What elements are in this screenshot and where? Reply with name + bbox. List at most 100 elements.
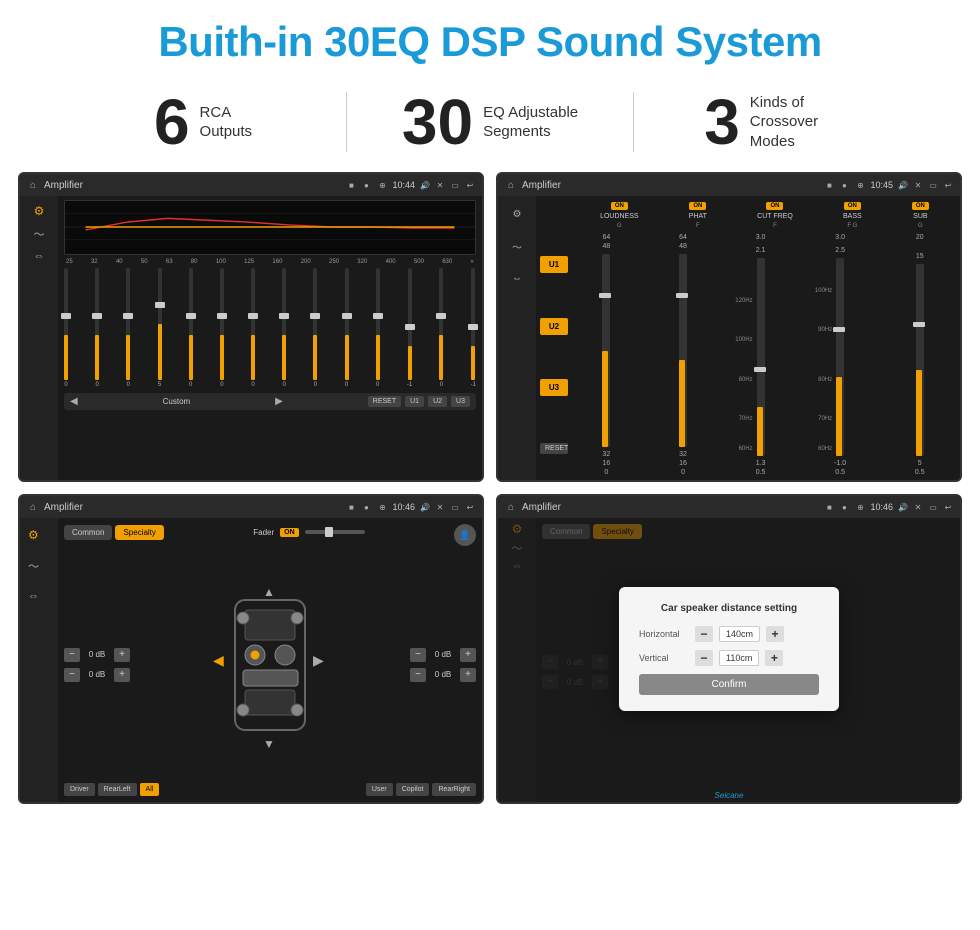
window-icon-3: ▭ <box>449 503 461 512</box>
speaker-content: ⚙ 〜 ⇔ Common Specialty Fader ON <box>20 518 482 802</box>
avatar-btn[interactable]: 👤 <box>454 524 476 546</box>
sub-toggle[interactable]: ON <box>912 202 929 210</box>
bass-toggle[interactable]: ON <box>844 202 861 210</box>
home-icon[interactable]: ⌂ <box>26 178 40 192</box>
all-btn[interactable]: All <box>140 783 160 796</box>
eq-preset-label: Custom <box>163 397 191 406</box>
vertical-minus[interactable]: − <box>695 650 713 666</box>
cutfreq-slider[interactable]: 120Hz 100Hz 80Hz 70Hz 60Hz <box>757 258 765 456</box>
topbar-icons-distance: ■ ● <box>823 503 850 512</box>
horizontal-plus[interactable]: + <box>766 626 784 642</box>
eq-icon[interactable]: ⚙ <box>34 204 45 218</box>
confirm-button[interactable]: Confirm <box>639 674 819 695</box>
svg-text:▶: ▶ <box>313 652 324 668</box>
media-icons-distance: 🔊 ✕ ▭ ↩ <box>897 503 954 512</box>
record-icon-2: ■ <box>823 181 835 190</box>
home-icon-4[interactable]: ⌂ <box>504 500 518 514</box>
screen-crossover: ⌂ Amplifier ■ ● ⊕ 10:45 🔊 ✕ ▭ ↩ ⚙ 〜 <box>496 172 962 482</box>
eq-main: 25 32 40 50 63 80 100 125 160 200 250 32… <box>58 196 482 480</box>
right-top-plus[interactable]: + <box>460 648 476 662</box>
right-bot-minus[interactable]: − <box>410 668 426 682</box>
eq-slider-7[interactable]: 0 <box>282 268 286 388</box>
eq-slider-2[interactable]: 0 <box>126 268 130 388</box>
eq-slider-11[interactable]: -1 <box>407 268 412 388</box>
topbar-distance: ⌂ Amplifier ■ ● ⊕ 10:46 🔊 ✕ ▭ ↩ <box>498 496 960 518</box>
svg-text:▼: ▼ <box>263 737 275 750</box>
wave-icon[interactable]: 〜 <box>34 226 45 242</box>
eq-u1-btn[interactable]: U1 <box>405 396 424 407</box>
eq-slider-9[interactable]: 0 <box>345 268 349 388</box>
eq-slider-8[interactable]: 0 <box>313 268 317 388</box>
copilot-btn[interactable]: Copilot <box>396 783 430 796</box>
freq-63: 63 <box>166 259 173 265</box>
right-top-minus[interactable]: − <box>410 648 426 662</box>
topbar-title-crossover: Amplifier <box>522 180 819 191</box>
speaker-sidebar: ⚙ 〜 ⇔ <box>20 518 58 802</box>
rearleft-btn[interactable]: RearLeft <box>98 783 137 796</box>
speaker-icon: 🔊 <box>419 181 431 190</box>
fader-toggle[interactable]: ON <box>280 528 299 537</box>
eq-slider-13[interactable]: -1 <box>471 268 476 388</box>
eq-sidebar-icon-2[interactable]: ⚙ <box>22 522 56 548</box>
fader-slider[interactable] <box>305 530 365 534</box>
eq-sidebar-icon[interactable]: ⚙ <box>500 200 534 228</box>
eq-slider-5[interactable]: 0 <box>220 268 224 388</box>
driver-btn[interactable]: Driver <box>64 783 95 796</box>
freq-50: 50 <box>141 259 148 265</box>
loudness-slider[interactable] <box>602 254 610 447</box>
tab-common[interactable]: Common <box>64 525 112 540</box>
eq-slider-0[interactable]: 0 <box>64 268 68 388</box>
eq-slider-1[interactable]: 0 <box>95 268 99 388</box>
eq-sliders: 0 0 0 5 0 0 0 0 0 0 0 -1 0 -1 <box>64 268 476 388</box>
right-bot-plus[interactable]: + <box>460 668 476 682</box>
left-bot-plus[interactable]: + <box>114 668 130 682</box>
media-icons-crossover: 🔊 ✕ ▭ ↩ <box>897 181 954 190</box>
expand-icon[interactable]: » <box>470 259 473 265</box>
tab-specialty[interactable]: Specialty <box>115 525 163 540</box>
sub-slider[interactable] <box>916 264 924 456</box>
arr-sidebar-icon[interactable]: ⇔ <box>500 264 534 292</box>
wave-sidebar-icon-2[interactable]: 〜 <box>22 552 56 580</box>
preset-labels: U1 U2 U3 RESET <box>540 234 568 476</box>
crossover-reset-btn[interactable]: RESET <box>540 443 568 454</box>
home-icon-3[interactable]: ⌂ <box>26 500 40 514</box>
eq-reset-btn[interactable]: RESET <box>368 396 401 407</box>
dot-icon-4: ● <box>838 503 850 512</box>
stats-row: 6 RCAOutputs 30 EQ AdjustableSegments 3 … <box>0 76 980 172</box>
topbar-time-crossover: 10:45 <box>870 180 893 190</box>
freq-500: 500 <box>414 259 424 265</box>
eq-bottom-bar: ◀ Custom ▶ RESET U1 U2 U3 <box>64 393 476 410</box>
horizontal-minus[interactable]: − <box>695 626 713 642</box>
vertical-plus[interactable]: + <box>765 650 783 666</box>
rearright-btn[interactable]: RearRight <box>432 783 476 796</box>
eq-u2-btn[interactable]: U2 <box>428 396 447 407</box>
cutfreq-toggle[interactable]: ON <box>766 202 783 210</box>
left-top-plus[interactable]: + <box>114 648 130 662</box>
phat-slider[interactable] <box>679 254 687 447</box>
arr-sidebar-icon-2[interactable]: ⇔ <box>22 584 56 608</box>
eq-prev-btn[interactable]: ◀ <box>70 396 78 407</box>
user-btn[interactable]: User <box>366 783 393 796</box>
eq-slider-12[interactable]: 0 <box>439 268 443 388</box>
wave-sidebar-icon[interactable]: 〜 <box>500 232 534 260</box>
eq-slider-4[interactable]: 0 <box>189 268 193 388</box>
left-bot-minus[interactable]: − <box>64 668 80 682</box>
left-top-minus[interactable]: − <box>64 648 80 662</box>
close-icon-3: ✕ <box>434 503 446 512</box>
bass-slider[interactable]: 100Hz 90Hz 80Hz 70Hz 60Hz <box>836 258 844 456</box>
u3-label-btn[interactable]: U3 <box>540 379 568 396</box>
u1-label-btn[interactable]: U1 <box>540 256 568 273</box>
eq-u3-btn[interactable]: U3 <box>451 396 470 407</box>
eq-next-btn[interactable]: ▶ <box>275 396 283 407</box>
eq-slider-10[interactable]: 0 <box>376 268 380 388</box>
fader-row: Fader ON <box>253 528 364 537</box>
arrows-icon[interactable]: ⇔ <box>34 250 45 262</box>
eq-slider-3[interactable]: 5 <box>158 268 162 388</box>
home-icon-2[interactable]: ⌂ <box>504 178 518 192</box>
loudness-toggle[interactable]: ON <box>611 202 628 210</box>
stat-crossover-text: Kinds ofCrossover Modes <box>750 93 850 152</box>
eq-slider-6[interactable]: 0 <box>251 268 255 388</box>
u2-label-btn[interactable]: U2 <box>540 318 568 335</box>
phat-toggle[interactable]: ON <box>689 202 706 210</box>
speaker-header-row: Common Specialty Fader ON 👤 <box>64 524 476 546</box>
